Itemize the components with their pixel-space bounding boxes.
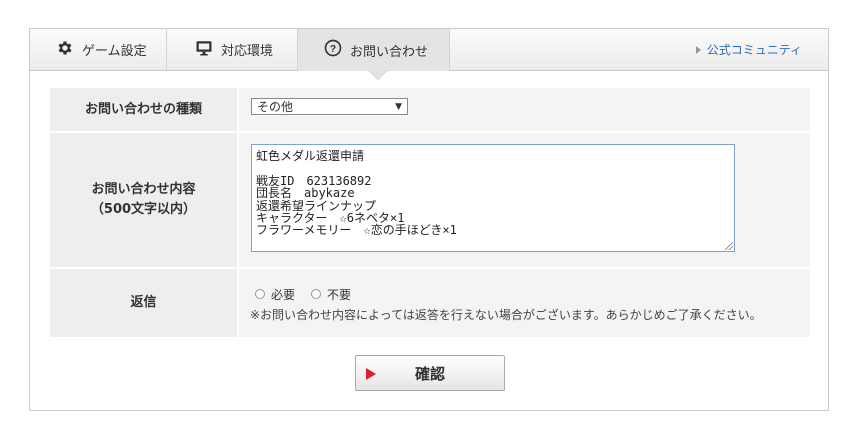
- triangle-right-icon: [695, 45, 701, 54]
- inquiry-body-row: お問い合わせ内容 （500文字以内） 虹色メダル返還申請 戦友ID 623136…: [50, 133, 810, 269]
- tab-game-settings[interactable]: ゲーム設定: [30, 29, 167, 70]
- inquiry-body-textarea[interactable]: 虹色メダル返還申請 戦友ID 623136892 団長名 abykaze 返還希…: [251, 144, 735, 252]
- inquiry-type-select[interactable]: その他 ▼: [251, 98, 408, 115]
- gear-icon: [56, 39, 74, 61]
- question-circle-icon: ?: [324, 39, 342, 61]
- tab-game-settings-label: ゲーム設定: [82, 44, 147, 59]
- tab-contact-label: お問い合わせ: [350, 44, 429, 60]
- play-icon: [366, 368, 376, 380]
- confirm-button[interactable]: 確認: [355, 355, 505, 391]
- inquiry-type-label: お問い合わせの種類: [50, 88, 237, 131]
- community-link[interactable]: 公式コミュニティ: [695, 29, 802, 70]
- dropdown-arrow-icon: ▼: [395, 102, 402, 112]
- tab-bar: ゲーム設定 対応環境 ? お問い合わせ 公式コミュニティ: [30, 29, 828, 80]
- inquiry-body-text: 虹色メダル返還申請 戦友ID 623136892 団長名 abykaze 返還希…: [256, 149, 457, 238]
- active-tab-pointer: [369, 70, 387, 79]
- reply-note: ※お問い合わせ内容によっては返答を行えない場合がございます。あらかじめご了承くだ…: [250, 308, 762, 322]
- reply-label: 返信: [50, 269, 237, 337]
- inquiry-body-label-main: お問い合わせ内容: [91, 182, 196, 197]
- reply-required-radio[interactable]: [255, 289, 265, 299]
- contact-form: お問い合わせの種類 その他 ▼ お問い合わせ内容 （500文字以内） 虹色メダル…: [50, 88, 810, 339]
- inquiry-body-label-limit: （500文字以内）: [90, 202, 197, 217]
- tab-environment[interactable]: 対応環境: [167, 29, 298, 70]
- confirm-button-label: 確認: [414, 364, 445, 383]
- reply-row: 返信 必要 不要 ※お問い合わせ内容によっては返答を行えない場合がございます。あ…: [50, 269, 810, 339]
- reply-value-cell: 必要 不要 ※お問い合わせ内容によっては返答を行えない場合がございます。あらかじ…: [239, 269, 810, 337]
- reply-not-required-radio[interactable]: [311, 289, 322, 299]
- resize-grip-icon[interactable]: [725, 242, 733, 250]
- svg-text:?: ?: [330, 43, 336, 55]
- reply-required-label[interactable]: 必要: [271, 286, 295, 303]
- inquiry-type-value-cell: その他 ▼: [239, 88, 810, 131]
- reply-radio-group: 必要 不要: [255, 286, 810, 302]
- monitor-icon: [195, 39, 213, 61]
- inquiry-type-selected: その他: [257, 100, 294, 114]
- inquiry-type-row: お問い合わせの種類 その他 ▼: [50, 88, 810, 133]
- contact-panel: ゲーム設定 対応環境 ? お問い合わせ 公式コミュニティ お問い合わせの種類 そ…: [29, 28, 829, 411]
- inquiry-body-label: お問い合わせ内容 （500文字以内）: [50, 133, 237, 267]
- community-link-label: 公式コミュニティ: [706, 43, 802, 57]
- tab-environment-label: 対応環境: [221, 44, 274, 59]
- tab-contact[interactable]: ? お問い合わせ: [298, 29, 450, 71]
- inquiry-body-value-cell: 虹色メダル返還申請 戦友ID 623136892 団長名 abykaze 返還希…: [239, 133, 810, 267]
- reply-not-required-label[interactable]: 不要: [327, 286, 351, 303]
